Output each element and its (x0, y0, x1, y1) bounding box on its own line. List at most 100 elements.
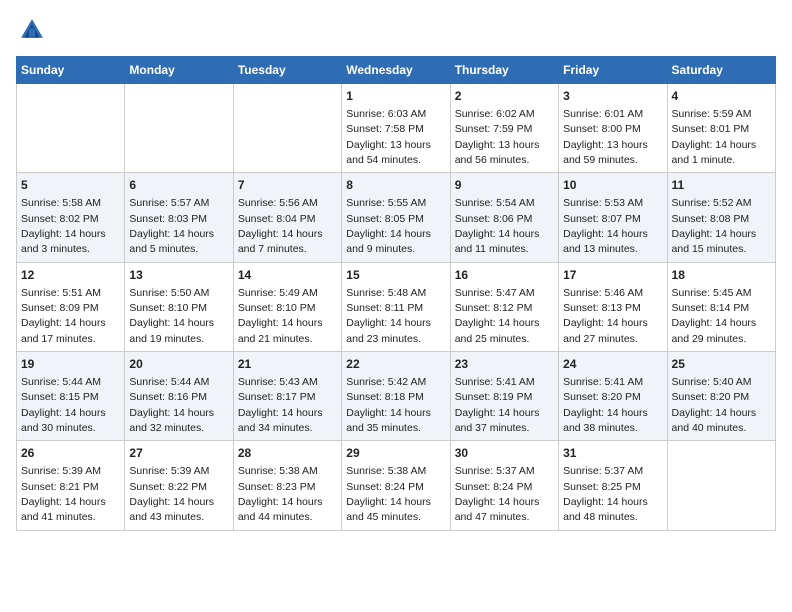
day-cell: 23Sunrise: 5:41 AM Sunset: 8:19 PM Dayli… (450, 352, 558, 441)
day-info: Sunrise: 5:49 AM Sunset: 8:10 PM Dayligh… (238, 287, 323, 345)
day-cell: 8 Sunrise: 5:55 AM Sunset: 8:05 PM Daylig… (342, 173, 450, 262)
day-info: Sunrise: 6:01 AM Sunset: 8:00 PM Dayligh… (563, 108, 648, 166)
week-row-4: 19 Sunrise: 5:44 AM Sunset: 8:15 PM Dayli… (17, 352, 776, 441)
header-row: SundayMondayTuesdayWednesdayThursdayFrid… (17, 57, 776, 84)
header-cell-monday: Monday (125, 57, 233, 84)
day-info: Sunrise: 5:39 AM Sunset: 8:21 PM Dayligh… (21, 465, 106, 523)
day-number: 3 (563, 88, 662, 105)
day-info: Sunrise: 5:47 AM Sunset: 8:12 PM Dayligh… (455, 287, 540, 345)
header-cell-saturday: Saturday (667, 57, 775, 84)
day-info: Sunrise: 5:43 AM Sunset: 8:17 PM Dayligh… (238, 376, 323, 434)
day-cell: 17 Sunrise: 5:46 AM Sunset: 8:13 PM Dayli… (559, 262, 667, 351)
day-info: Sunrise: 5:44 AM Sunset: 8:16 PM Dayligh… (129, 376, 214, 434)
day-info: Sunrise: 5:55 AM Sunset: 8:05 PM Dayligh… (346, 197, 431, 255)
day-number: 14 (238, 267, 337, 284)
logo-icon (18, 16, 46, 44)
day-info: Sunrise: 5:51 AM Sunset: 8:09 PM Dayligh… (21, 287, 106, 345)
day-cell: 14 Sunrise: 5:49 AM Sunset: 8:10 PM Dayli… (233, 262, 341, 351)
day-info: Sunrise: 5:45 AM Sunset: 8:14 PM Dayligh… (672, 287, 757, 345)
day-cell: 25Sunrise: 5:40 AM Sunset: 8:20 PM Dayli… (667, 352, 775, 441)
day-info: Sunrise: 5:58 AM Sunset: 8:02 PM Dayligh… (21, 197, 106, 255)
day-cell (233, 84, 341, 173)
day-info: Sunrise: 5:57 AM Sunset: 8:03 PM Dayligh… (129, 197, 214, 255)
day-cell: 1Sunrise: 6:03 AM Sunset: 7:58 PM Daylig… (342, 84, 450, 173)
day-number: 16 (455, 267, 554, 284)
day-number: 17 (563, 267, 662, 284)
day-number: 11 (672, 177, 771, 194)
day-info: Sunrise: 5:54 AM Sunset: 8:06 PM Dayligh… (455, 197, 540, 255)
day-number: 20 (129, 356, 228, 373)
day-number: 4 (672, 88, 771, 105)
week-row-3: 12 Sunrise: 5:51 AM Sunset: 8:09 PM Dayli… (17, 262, 776, 351)
day-info: Sunrise: 5:59 AM Sunset: 8:01 PM Dayligh… (672, 108, 757, 166)
header (16, 16, 776, 44)
week-row-5: 26 Sunrise: 5:39 AM Sunset: 8:21 PM Dayli… (17, 441, 776, 530)
day-number: 6 (129, 177, 228, 194)
week-row-2: 5Sunrise: 5:58 AM Sunset: 8:02 PM Daylig… (17, 173, 776, 262)
day-number: 12 (21, 267, 120, 284)
day-cell: 19 Sunrise: 5:44 AM Sunset: 8:15 PM Dayli… (17, 352, 125, 441)
day-number: 27 (129, 445, 228, 462)
day-number: 15 (346, 267, 445, 284)
day-cell: 2 Sunrise: 6:02 AM Sunset: 7:59 PM Daylig… (450, 84, 558, 173)
day-info: Sunrise: 5:37 AM Sunset: 8:25 PM Dayligh… (563, 465, 648, 523)
day-cell (667, 441, 775, 530)
header-cell-thursday: Thursday (450, 57, 558, 84)
day-cell: 7Sunrise: 5:56 AM Sunset: 8:04 PM Daylig… (233, 173, 341, 262)
day-number: 30 (455, 445, 554, 462)
day-info: Sunrise: 5:38 AM Sunset: 8:24 PM Dayligh… (346, 465, 431, 523)
day-cell: 26 Sunrise: 5:39 AM Sunset: 8:21 PM Dayli… (17, 441, 125, 530)
day-info: Sunrise: 6:02 AM Sunset: 7:59 PM Dayligh… (455, 108, 540, 166)
day-info: Sunrise: 5:41 AM Sunset: 8:19 PM Dayligh… (455, 376, 540, 434)
day-cell: 13Sunrise: 5:50 AM Sunset: 8:10 PM Dayli… (125, 262, 233, 351)
day-cell: 28Sunrise: 5:38 AM Sunset: 8:23 PM Dayli… (233, 441, 341, 530)
day-number: 2 (455, 88, 554, 105)
day-info: Sunrise: 5:42 AM Sunset: 8:18 PM Dayligh… (346, 376, 431, 434)
day-number: 22 (346, 356, 445, 373)
day-number: 9 (455, 177, 554, 194)
day-info: Sunrise: 5:37 AM Sunset: 8:24 PM Dayligh… (455, 465, 540, 523)
day-info: Sunrise: 5:46 AM Sunset: 8:13 PM Dayligh… (563, 287, 648, 345)
day-cell: 16 Sunrise: 5:47 AM Sunset: 8:12 PM Dayli… (450, 262, 558, 351)
day-info: Sunrise: 5:41 AM Sunset: 8:20 PM Dayligh… (563, 376, 648, 434)
header-cell-wednesday: Wednesday (342, 57, 450, 84)
day-cell: 9 Sunrise: 5:54 AM Sunset: 8:06 PM Daylig… (450, 173, 558, 262)
day-cell: 6 Sunrise: 5:57 AM Sunset: 8:03 PM Daylig… (125, 173, 233, 262)
header-cell-tuesday: Tuesday (233, 57, 341, 84)
day-number: 29 (346, 445, 445, 462)
day-number: 18 (672, 267, 771, 284)
day-cell: 12 Sunrise: 5:51 AM Sunset: 8:09 PM Dayli… (17, 262, 125, 351)
header-cell-friday: Friday (559, 57, 667, 84)
day-number: 24 (563, 356, 662, 373)
day-number: 8 (346, 177, 445, 194)
day-info: Sunrise: 5:48 AM Sunset: 8:11 PM Dayligh… (346, 287, 431, 345)
day-number: 31 (563, 445, 662, 462)
day-number: 21 (238, 356, 337, 373)
day-number: 28 (238, 445, 337, 462)
day-info: Sunrise: 5:44 AM Sunset: 8:15 PM Dayligh… (21, 376, 106, 434)
day-info: Sunrise: 5:52 AM Sunset: 8:08 PM Dayligh… (672, 197, 757, 255)
day-cell: 21 Sunrise: 5:43 AM Sunset: 8:17 PM Dayli… (233, 352, 341, 441)
day-cell: 18 Sunrise: 5:45 AM Sunset: 8:14 PM Dayli… (667, 262, 775, 351)
day-info: Sunrise: 5:56 AM Sunset: 8:04 PM Dayligh… (238, 197, 323, 255)
day-info: Sunrise: 5:53 AM Sunset: 8:07 PM Dayligh… (563, 197, 648, 255)
day-cell: 30 Sunrise: 5:37 AM Sunset: 8:24 PM Dayli… (450, 441, 558, 530)
day-number: 25 (672, 356, 771, 373)
calendar-table: SundayMondayTuesdayWednesdayThursdayFrid… (16, 56, 776, 531)
day-cell: 20 Sunrise: 5:44 AM Sunset: 8:16 PM Dayli… (125, 352, 233, 441)
day-number: 19 (21, 356, 120, 373)
week-row-1: 1Sunrise: 6:03 AM Sunset: 7:58 PM Daylig… (17, 84, 776, 173)
day-cell: 24 Sunrise: 5:41 AM Sunset: 8:20 PM Dayli… (559, 352, 667, 441)
day-number: 26 (21, 445, 120, 462)
day-info: Sunrise: 5:39 AM Sunset: 8:22 PM Dayligh… (129, 465, 214, 523)
day-cell: 27 Sunrise: 5:39 AM Sunset: 8:22 PM Dayli… (125, 441, 233, 530)
day-number: 10 (563, 177, 662, 194)
day-cell: 10 Sunrise: 5:53 AM Sunset: 8:07 PM Dayli… (559, 173, 667, 262)
page-container: SundayMondayTuesdayWednesdayThursdayFrid… (16, 16, 776, 531)
day-number: 13 (129, 267, 228, 284)
header-cell-sunday: Sunday (17, 57, 125, 84)
day-cell (17, 84, 125, 173)
day-cell: 15 Sunrise: 5:48 AM Sunset: 8:11 PM Dayli… (342, 262, 450, 351)
day-cell: 22 Sunrise: 5:42 AM Sunset: 8:18 PM Dayli… (342, 352, 450, 441)
day-cell: 4 Sunrise: 5:59 AM Sunset: 8:01 PM Daylig… (667, 84, 775, 173)
